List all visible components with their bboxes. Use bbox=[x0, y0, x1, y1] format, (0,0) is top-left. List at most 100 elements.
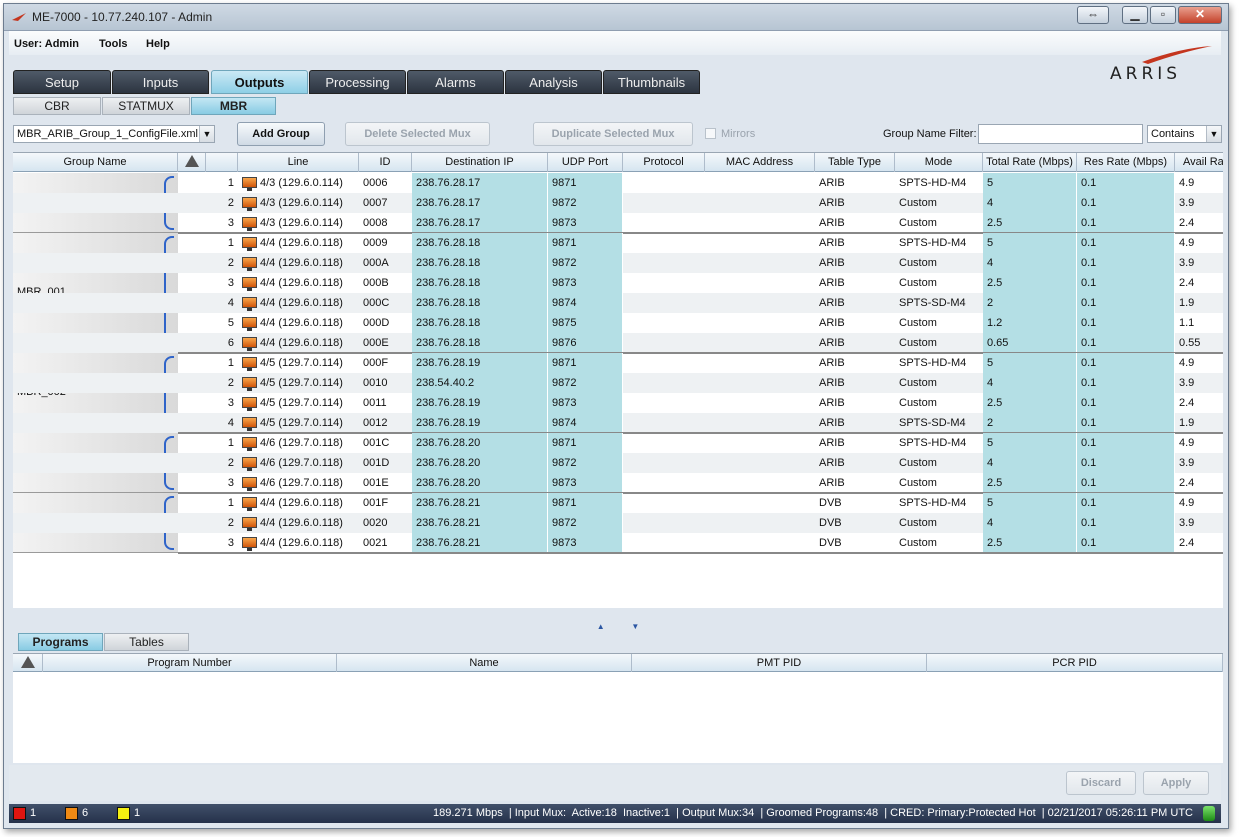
total-rate-cell[interactable]: 2.5 bbox=[983, 393, 1077, 413]
table-type-cell[interactable]: ARIB bbox=[815, 173, 895, 193]
destination-ip-cell[interactable]: 238.54.40.2 bbox=[412, 373, 548, 393]
tab-processing[interactable]: Processing bbox=[309, 70, 406, 94]
line-cell[interactable]: 4/4 (129.6.0.118) bbox=[238, 313, 359, 333]
udp-port-cell[interactable]: 9873 bbox=[548, 273, 623, 293]
protocol-cell[interactable] bbox=[623, 513, 705, 533]
row-index-cell[interactable]: 2 bbox=[206, 253, 238, 273]
table-type-cell[interactable]: ARIB bbox=[815, 273, 895, 293]
line-cell[interactable]: 4/4 (129.6.0.118) bbox=[238, 253, 359, 273]
res-rate-cell[interactable]: 0.1 bbox=[1077, 433, 1175, 453]
chevron-down-icon[interactable]: ▼ bbox=[1206, 126, 1221, 142]
res-rate-cell[interactable]: 0.1 bbox=[1077, 233, 1175, 253]
protocol-cell[interactable] bbox=[623, 393, 705, 413]
udp-port-cell[interactable]: 9873 bbox=[548, 533, 623, 553]
protocol-cell[interactable] bbox=[623, 493, 705, 513]
res-rate-cell[interactable]: 0.1 bbox=[1077, 373, 1175, 393]
mac-address-cell[interactable] bbox=[705, 293, 815, 313]
subtab-statmux[interactable]: STATMUX bbox=[102, 97, 190, 115]
udp-port-cell[interactable]: 9874 bbox=[548, 293, 623, 313]
mux-id-cell[interactable]: 001C bbox=[359, 433, 412, 453]
mac-address-cell[interactable] bbox=[705, 313, 815, 333]
filter-mode-select[interactable]: Contains ▼ bbox=[1147, 125, 1222, 143]
avail-rate-cell[interactable]: 4.9 bbox=[1175, 233, 1223, 253]
table-row[interactable]: 3 4/4 (129.6.0.118) 000B 238.76.28.18 9873 AR… bbox=[13, 273, 1223, 293]
restore-button[interactable]: ⇔ bbox=[1077, 6, 1109, 24]
col-res-rate[interactable]: Res Rate (Mbps) bbox=[1077, 153, 1175, 172]
mode-cell[interactable]: Custom bbox=[895, 473, 983, 493]
total-rate-cell[interactable]: 2.5 bbox=[983, 273, 1077, 293]
row-index-cell[interactable]: 4 bbox=[206, 293, 238, 313]
line-cell[interactable]: 4/4 (129.6.0.118) bbox=[238, 273, 359, 293]
row-index-cell[interactable]: 3 bbox=[206, 393, 238, 413]
mac-address-cell[interactable] bbox=[705, 273, 815, 293]
mode-cell[interactable]: Custom bbox=[895, 273, 983, 293]
table-row[interactable]: 2 4/5 (129.7.0.114) 0010 238.54.40.2 9872 ARI… bbox=[13, 373, 1223, 393]
row-index-cell[interactable]: 4 bbox=[206, 413, 238, 433]
col-program-name[interactable]: Name bbox=[337, 654, 632, 672]
table-row[interactable]: 1 4/3 (129.6.0.114) 0006 238.76.28.17 9871 AR… bbox=[13, 173, 1223, 193]
destination-ip-cell[interactable]: 238.76.28.17 bbox=[412, 193, 548, 213]
protocol-cell[interactable] bbox=[623, 273, 705, 293]
mac-address-cell[interactable] bbox=[705, 513, 815, 533]
udp-port-cell[interactable]: 9876 bbox=[548, 333, 623, 353]
mux-id-cell[interactable]: 000D bbox=[359, 313, 412, 333]
mode-cell[interactable]: Custom bbox=[895, 253, 983, 273]
table-type-cell[interactable]: ARIB bbox=[815, 293, 895, 313]
total-rate-cell[interactable]: 5 bbox=[983, 173, 1077, 193]
table-type-cell[interactable]: ARIB bbox=[815, 213, 895, 233]
mux-id-cell[interactable]: 000B bbox=[359, 273, 412, 293]
mac-address-cell[interactable] bbox=[705, 353, 815, 373]
table-row[interactable]: 4 4/5 (129.7.0.114) 0012 238.76.28.19 9874 AR… bbox=[13, 413, 1223, 433]
line-cell[interactable]: 4/4 (129.6.0.118) bbox=[238, 533, 359, 553]
line-cell[interactable]: 4/4 (129.6.0.118) bbox=[238, 513, 359, 533]
udp-port-cell[interactable]: 9873 bbox=[548, 473, 623, 493]
udp-port-cell[interactable]: 9872 bbox=[548, 513, 623, 533]
mode-cell[interactable]: SPTS-HD-M4 bbox=[895, 493, 983, 513]
total-rate-cell[interactable]: 0.65 bbox=[983, 333, 1077, 353]
mux-id-cell[interactable]: 0009 bbox=[359, 233, 412, 253]
udp-port-cell[interactable]: 9871 bbox=[548, 353, 623, 373]
col-program-number[interactable]: Program Number bbox=[43, 654, 337, 672]
col-udp-port[interactable]: UDP Port bbox=[548, 153, 623, 172]
row-index-cell[interactable]: 3 bbox=[206, 533, 238, 553]
protocol-cell[interactable] bbox=[623, 373, 705, 393]
destination-ip-cell[interactable]: 238.76.28.17 bbox=[412, 173, 548, 193]
col-total-rate[interactable]: Total Rate (Mbps) bbox=[983, 153, 1077, 172]
res-rate-cell[interactable]: 0.1 bbox=[1077, 513, 1175, 533]
table-type-cell[interactable]: ARIB bbox=[815, 233, 895, 253]
mode-cell[interactable]: SPTS-HD-M4 bbox=[895, 173, 983, 193]
tab-analysis[interactable]: Analysis bbox=[505, 70, 602, 94]
row-index-cell[interactable]: 1 bbox=[206, 493, 238, 513]
mode-cell[interactable]: SPTS-HD-M4 bbox=[895, 353, 983, 373]
row-index-cell[interactable]: 1 bbox=[206, 433, 238, 453]
col-index[interactable] bbox=[206, 153, 238, 172]
row-index-cell[interactable]: 3 bbox=[206, 213, 238, 233]
line-cell[interactable]: 4/5 (129.7.0.114) bbox=[238, 373, 359, 393]
protocol-cell[interactable] bbox=[623, 313, 705, 333]
table-row[interactable]: 3 4/5 (129.7.0.114) 0011 238.76.28.19 9873 AR… bbox=[13, 393, 1223, 413]
table-row[interactable]: 6 4/4 (129.6.0.118) 000E 238.76.28.18 9876 AR… bbox=[13, 333, 1223, 353]
destination-ip-cell[interactable]: 238.76.28.18 bbox=[412, 293, 548, 313]
mac-address-cell[interactable] bbox=[705, 333, 815, 353]
protocol-cell[interactable] bbox=[623, 213, 705, 233]
tab-inputs[interactable]: Inputs bbox=[112, 70, 209, 94]
minimize-button[interactable]: ▁ bbox=[1122, 6, 1148, 24]
table-row[interactable]: 2 4/4 (129.6.0.118) 000A 238.76.28.18 9872 AR… bbox=[13, 253, 1223, 273]
pane-splitter[interactable]: ▲ ▼ bbox=[13, 622, 1223, 631]
res-rate-cell[interactable]: 0.1 bbox=[1077, 453, 1175, 473]
protocol-cell[interactable] bbox=[623, 293, 705, 313]
row-index-cell[interactable]: 1 bbox=[206, 173, 238, 193]
mac-address-cell[interactable] bbox=[705, 413, 815, 433]
add-group-button[interactable]: Add Group bbox=[237, 122, 325, 146]
collapse-up-icon[interactable]: ▲ bbox=[597, 622, 605, 631]
udp-port-cell[interactable]: 9872 bbox=[548, 373, 623, 393]
mux-id-cell[interactable]: 0011 bbox=[359, 393, 412, 413]
mux-id-cell[interactable]: 0012 bbox=[359, 413, 412, 433]
row-index-cell[interactable]: 1 bbox=[206, 353, 238, 373]
destination-ip-cell[interactable]: 238.76.28.17 bbox=[412, 213, 548, 233]
total-rate-cell[interactable]: 2.5 bbox=[983, 213, 1077, 233]
protocol-cell[interactable] bbox=[623, 333, 705, 353]
mux-id-cell[interactable]: 000A bbox=[359, 253, 412, 273]
line-cell[interactable]: 4/3 (129.6.0.114) bbox=[238, 193, 359, 213]
destination-ip-cell[interactable]: 238.76.28.20 bbox=[412, 453, 548, 473]
